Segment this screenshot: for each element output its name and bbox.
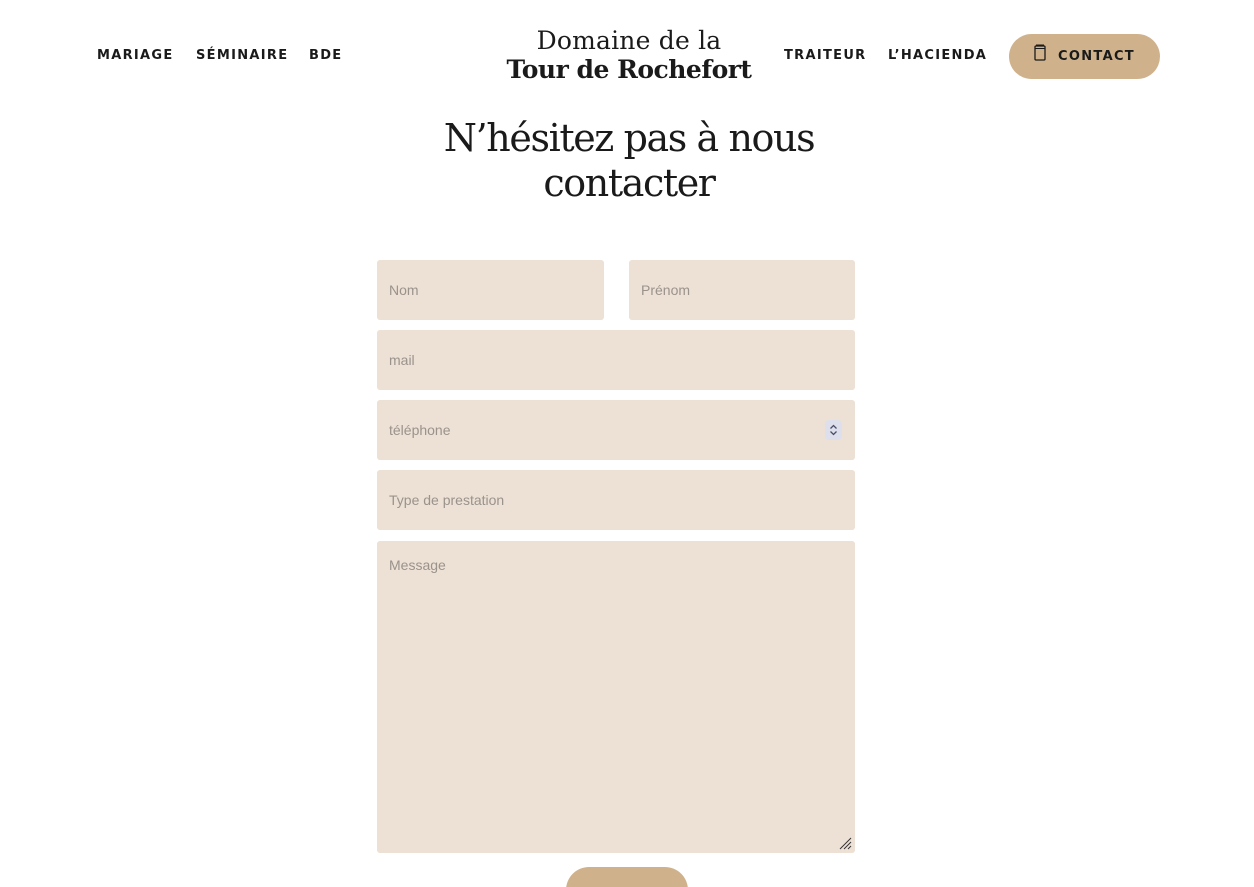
nom-input[interactable] bbox=[377, 260, 604, 320]
resize-grip-icon[interactable] bbox=[838, 836, 852, 850]
logo-line-2: Tour de Rochefort bbox=[506, 55, 752, 84]
nav-link-bde[interactable]: BDE bbox=[309, 48, 342, 64]
prenom-input[interactable] bbox=[629, 260, 855, 320]
site-logo[interactable]: Domaine de la Tour de Rochefort bbox=[500, 26, 758, 84]
nav-link-mariage[interactable]: MARIAGE bbox=[97, 48, 174, 64]
submit-button[interactable] bbox=[566, 867, 688, 887]
nav-link-traiteur[interactable]: TRAITEUR bbox=[784, 48, 867, 64]
contact-button-label: CONTACT bbox=[1058, 49, 1135, 64]
logo-line-1: Domaine de la bbox=[536, 26, 722, 55]
nav-link-seminaire[interactable]: SÉMINAIRE bbox=[196, 48, 288, 64]
contact-button[interactable]: CONTACT bbox=[1009, 34, 1160, 79]
telephone-field-wrapper bbox=[377, 400, 855, 460]
page-title-line-2: contacter bbox=[543, 161, 716, 205]
page: MARIAGE SÉMINAIRE BDE Domaine de la Tour… bbox=[0, 0, 1254, 887]
prestation-field-wrapper bbox=[377, 470, 855, 530]
mail-field-wrapper bbox=[377, 330, 855, 390]
prestation-input[interactable] bbox=[377, 470, 855, 530]
page-title: N’hésitez pas à nous contacter bbox=[380, 116, 878, 206]
nav-link-hacienda[interactable]: L’HACIENDA bbox=[888, 48, 987, 64]
telephone-input[interactable] bbox=[377, 400, 855, 460]
nom-field-wrapper bbox=[377, 260, 604, 320]
message-field-wrapper bbox=[377, 541, 855, 853]
prenom-field-wrapper bbox=[629, 260, 855, 320]
mail-input[interactable] bbox=[377, 330, 855, 390]
page-title-line-1: N’hésitez pas à nous bbox=[443, 116, 816, 160]
number-spinner-icon[interactable] bbox=[825, 420, 842, 440]
message-textarea[interactable] bbox=[377, 541, 855, 853]
phone-book-icon bbox=[1034, 44, 1046, 61]
